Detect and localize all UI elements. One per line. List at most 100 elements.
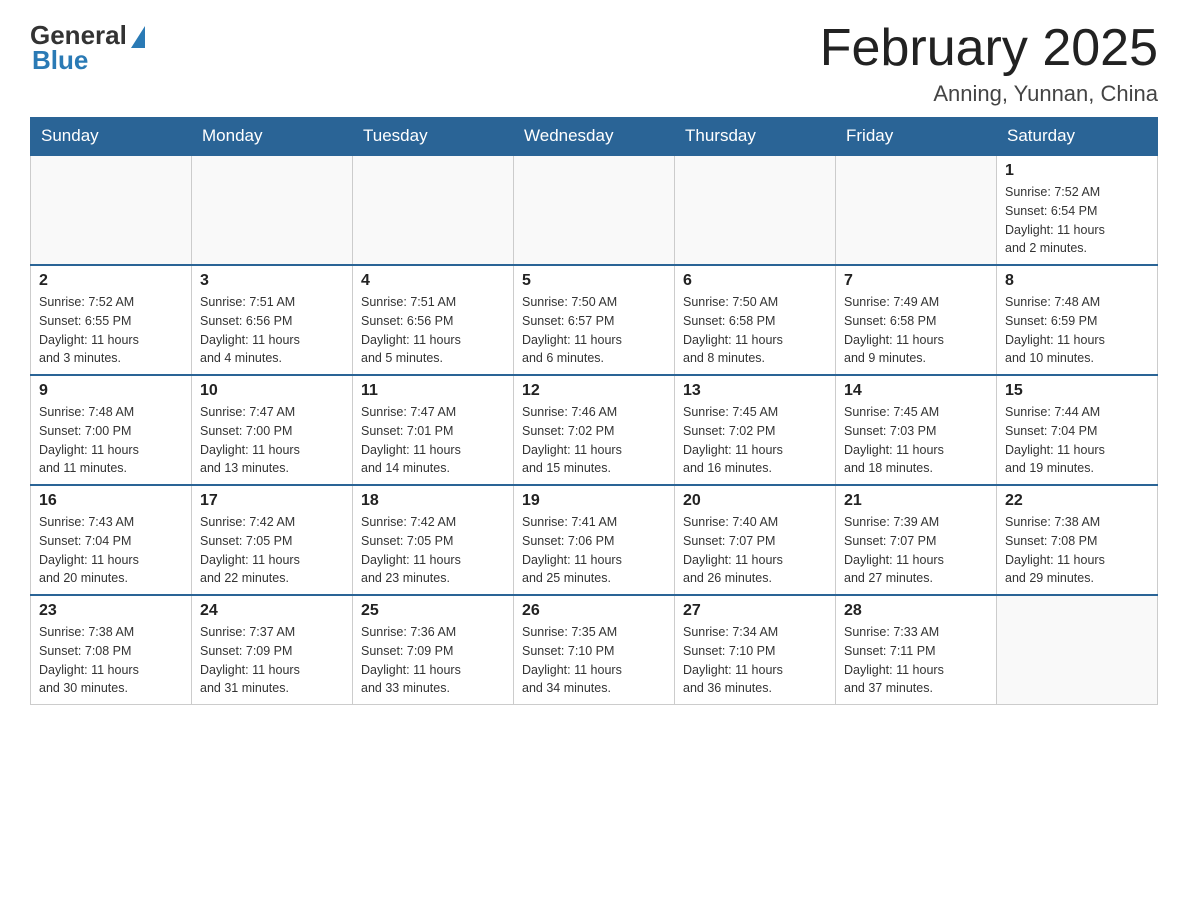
calendar-week-row: 2 Sunrise: 7:52 AMSunset: 6:55 PMDaylight…	[31, 265, 1158, 375]
calendar-cell: 15 Sunrise: 7:44 AMSunset: 7:04 PMDayligh…	[997, 375, 1158, 485]
calendar-cell: 9 Sunrise: 7:48 AMSunset: 7:00 PMDaylight…	[31, 375, 192, 485]
day-number: 21	[844, 492, 988, 510]
calendar-cell: 18 Sunrise: 7:42 AMSunset: 7:05 PMDayligh…	[353, 485, 514, 595]
logo-triangle-icon	[131, 26, 145, 48]
day-info: Sunrise: 7:42 AMSunset: 7:05 PMDaylight:…	[200, 513, 344, 588]
day-info: Sunrise: 7:52 AMSunset: 6:55 PMDaylight:…	[39, 293, 183, 368]
page-header: General Blue February 2025 Anning, Yunna…	[30, 20, 1158, 107]
calendar-cell: 23 Sunrise: 7:38 AMSunset: 7:08 PMDayligh…	[31, 595, 192, 705]
day-number: 2	[39, 272, 183, 290]
title-area: February 2025 Anning, Yunnan, China	[820, 20, 1158, 107]
day-info: Sunrise: 7:48 AMSunset: 7:00 PMDaylight:…	[39, 403, 183, 478]
day-info: Sunrise: 7:45 AMSunset: 7:02 PMDaylight:…	[683, 403, 827, 478]
calendar-cell: 6 Sunrise: 7:50 AMSunset: 6:58 PMDaylight…	[675, 265, 836, 375]
logo: General Blue	[30, 20, 145, 76]
calendar-week-row: 9 Sunrise: 7:48 AMSunset: 7:00 PMDaylight…	[31, 375, 1158, 485]
day-info: Sunrise: 7:35 AMSunset: 7:10 PMDaylight:…	[522, 623, 666, 698]
day-number: 3	[200, 272, 344, 290]
weekday-header-sunday: Sunday	[31, 118, 192, 156]
calendar-cell: 27 Sunrise: 7:34 AMSunset: 7:10 PMDayligh…	[675, 595, 836, 705]
day-number: 27	[683, 602, 827, 620]
day-number: 13	[683, 382, 827, 400]
day-number: 18	[361, 492, 505, 510]
day-number: 20	[683, 492, 827, 510]
day-info: Sunrise: 7:47 AMSunset: 7:00 PMDaylight:…	[200, 403, 344, 478]
day-info: Sunrise: 7:51 AMSunset: 6:56 PMDaylight:…	[361, 293, 505, 368]
calendar-cell: 14 Sunrise: 7:45 AMSunset: 7:03 PMDayligh…	[836, 375, 997, 485]
day-info: Sunrise: 7:45 AMSunset: 7:03 PMDaylight:…	[844, 403, 988, 478]
day-number: 9	[39, 382, 183, 400]
weekday-header-tuesday: Tuesday	[353, 118, 514, 156]
weekday-header-wednesday: Wednesday	[514, 118, 675, 156]
day-number: 14	[844, 382, 988, 400]
day-number: 23	[39, 602, 183, 620]
day-info: Sunrise: 7:52 AMSunset: 6:54 PMDaylight:…	[1005, 183, 1149, 258]
calendar-cell: 1 Sunrise: 7:52 AMSunset: 6:54 PMDaylight…	[997, 155, 1158, 265]
day-number: 28	[844, 602, 988, 620]
day-info: Sunrise: 7:49 AMSunset: 6:58 PMDaylight:…	[844, 293, 988, 368]
calendar-cell: 8 Sunrise: 7:48 AMSunset: 6:59 PMDaylight…	[997, 265, 1158, 375]
calendar-cell: 21 Sunrise: 7:39 AMSunset: 7:07 PMDayligh…	[836, 485, 997, 595]
calendar-cell: 22 Sunrise: 7:38 AMSunset: 7:08 PMDayligh…	[997, 485, 1158, 595]
calendar-week-row: 16 Sunrise: 7:43 AMSunset: 7:04 PMDayligh…	[31, 485, 1158, 595]
day-info: Sunrise: 7:47 AMSunset: 7:01 PMDaylight:…	[361, 403, 505, 478]
day-number: 5	[522, 272, 666, 290]
calendar-cell	[836, 155, 997, 265]
calendar-cell: 17 Sunrise: 7:42 AMSunset: 7:05 PMDayligh…	[192, 485, 353, 595]
calendar-cell: 10 Sunrise: 7:47 AMSunset: 7:00 PMDayligh…	[192, 375, 353, 485]
weekday-header-thursday: Thursday	[675, 118, 836, 156]
day-info: Sunrise: 7:50 AMSunset: 6:58 PMDaylight:…	[683, 293, 827, 368]
day-number: 17	[200, 492, 344, 510]
calendar-cell: 2 Sunrise: 7:52 AMSunset: 6:55 PMDaylight…	[31, 265, 192, 375]
calendar-cell	[675, 155, 836, 265]
day-number: 24	[200, 602, 344, 620]
weekday-header-row: SundayMondayTuesdayWednesdayThursdayFrid…	[31, 118, 1158, 156]
day-number: 26	[522, 602, 666, 620]
logo-blue-text: Blue	[32, 45, 88, 76]
location-text: Anning, Yunnan, China	[820, 81, 1158, 107]
calendar-table: SundayMondayTuesdayWednesdayThursdayFrid…	[30, 117, 1158, 705]
day-number: 15	[1005, 382, 1149, 400]
calendar-cell: 25Sunrise: 7:36 AMSunset: 7:09 PMDayligh…	[353, 595, 514, 705]
weekday-header-monday: Monday	[192, 118, 353, 156]
day-number: 8	[1005, 272, 1149, 290]
calendar-cell: 3 Sunrise: 7:51 AMSunset: 6:56 PMDaylight…	[192, 265, 353, 375]
calendar-week-row: 1 Sunrise: 7:52 AMSunset: 6:54 PMDaylight…	[31, 155, 1158, 265]
calendar-cell: 16 Sunrise: 7:43 AMSunset: 7:04 PMDayligh…	[31, 485, 192, 595]
day-number: 12	[522, 382, 666, 400]
day-info: Sunrise: 7:42 AMSunset: 7:05 PMDaylight:…	[361, 513, 505, 588]
day-info: Sunrise: 7:40 AMSunset: 7:07 PMDaylight:…	[683, 513, 827, 588]
day-info: Sunrise: 7:46 AMSunset: 7:02 PMDaylight:…	[522, 403, 666, 478]
calendar-cell: 26 Sunrise: 7:35 AMSunset: 7:10 PMDayligh…	[514, 595, 675, 705]
calendar-cell: 12 Sunrise: 7:46 AMSunset: 7:02 PMDayligh…	[514, 375, 675, 485]
day-info: Sunrise: 7:44 AMSunset: 7:04 PMDaylight:…	[1005, 403, 1149, 478]
calendar-cell: 20 Sunrise: 7:40 AMSunset: 7:07 PMDayligh…	[675, 485, 836, 595]
day-info: Sunrise: 7:41 AMSunset: 7:06 PMDaylight:…	[522, 513, 666, 588]
calendar-cell	[353, 155, 514, 265]
day-number: 16	[39, 492, 183, 510]
day-info: Sunrise: 7:51 AMSunset: 6:56 PMDaylight:…	[200, 293, 344, 368]
day-info: Sunrise: 7:38 AMSunset: 7:08 PMDaylight:…	[39, 623, 183, 698]
day-info: Sunrise: 7:43 AMSunset: 7:04 PMDaylight:…	[39, 513, 183, 588]
day-number: 4	[361, 272, 505, 290]
day-number: 25	[361, 602, 505, 620]
day-number: 1	[1005, 162, 1149, 180]
day-number: 19	[522, 492, 666, 510]
day-number: 11	[361, 382, 505, 400]
day-info: Sunrise: 7:37 AMSunset: 7:09 PMDaylight:…	[200, 623, 344, 698]
day-info: Sunrise: 7:34 AMSunset: 7:10 PMDaylight:…	[683, 623, 827, 698]
day-info: Sunrise: 7:38 AMSunset: 7:08 PMDaylight:…	[1005, 513, 1149, 588]
day-number: 6	[683, 272, 827, 290]
calendar-cell: 11 Sunrise: 7:47 AMSunset: 7:01 PMDayligh…	[353, 375, 514, 485]
day-info: Sunrise: 7:39 AMSunset: 7:07 PMDaylight:…	[844, 513, 988, 588]
day-number: 22	[1005, 492, 1149, 510]
calendar-cell: 4 Sunrise: 7:51 AMSunset: 6:56 PMDaylight…	[353, 265, 514, 375]
day-info: Sunrise: 7:48 AMSunset: 6:59 PMDaylight:…	[1005, 293, 1149, 368]
day-number: 10	[200, 382, 344, 400]
calendar-cell: 28Sunrise: 7:33 AMSunset: 7:11 PMDayligh…	[836, 595, 997, 705]
weekday-header-friday: Friday	[836, 118, 997, 156]
calendar-cell: 19 Sunrise: 7:41 AMSunset: 7:06 PMDayligh…	[514, 485, 675, 595]
weekday-header-saturday: Saturday	[997, 118, 1158, 156]
month-title: February 2025	[820, 20, 1158, 77]
calendar-cell: 13 Sunrise: 7:45 AMSunset: 7:02 PMDayligh…	[675, 375, 836, 485]
